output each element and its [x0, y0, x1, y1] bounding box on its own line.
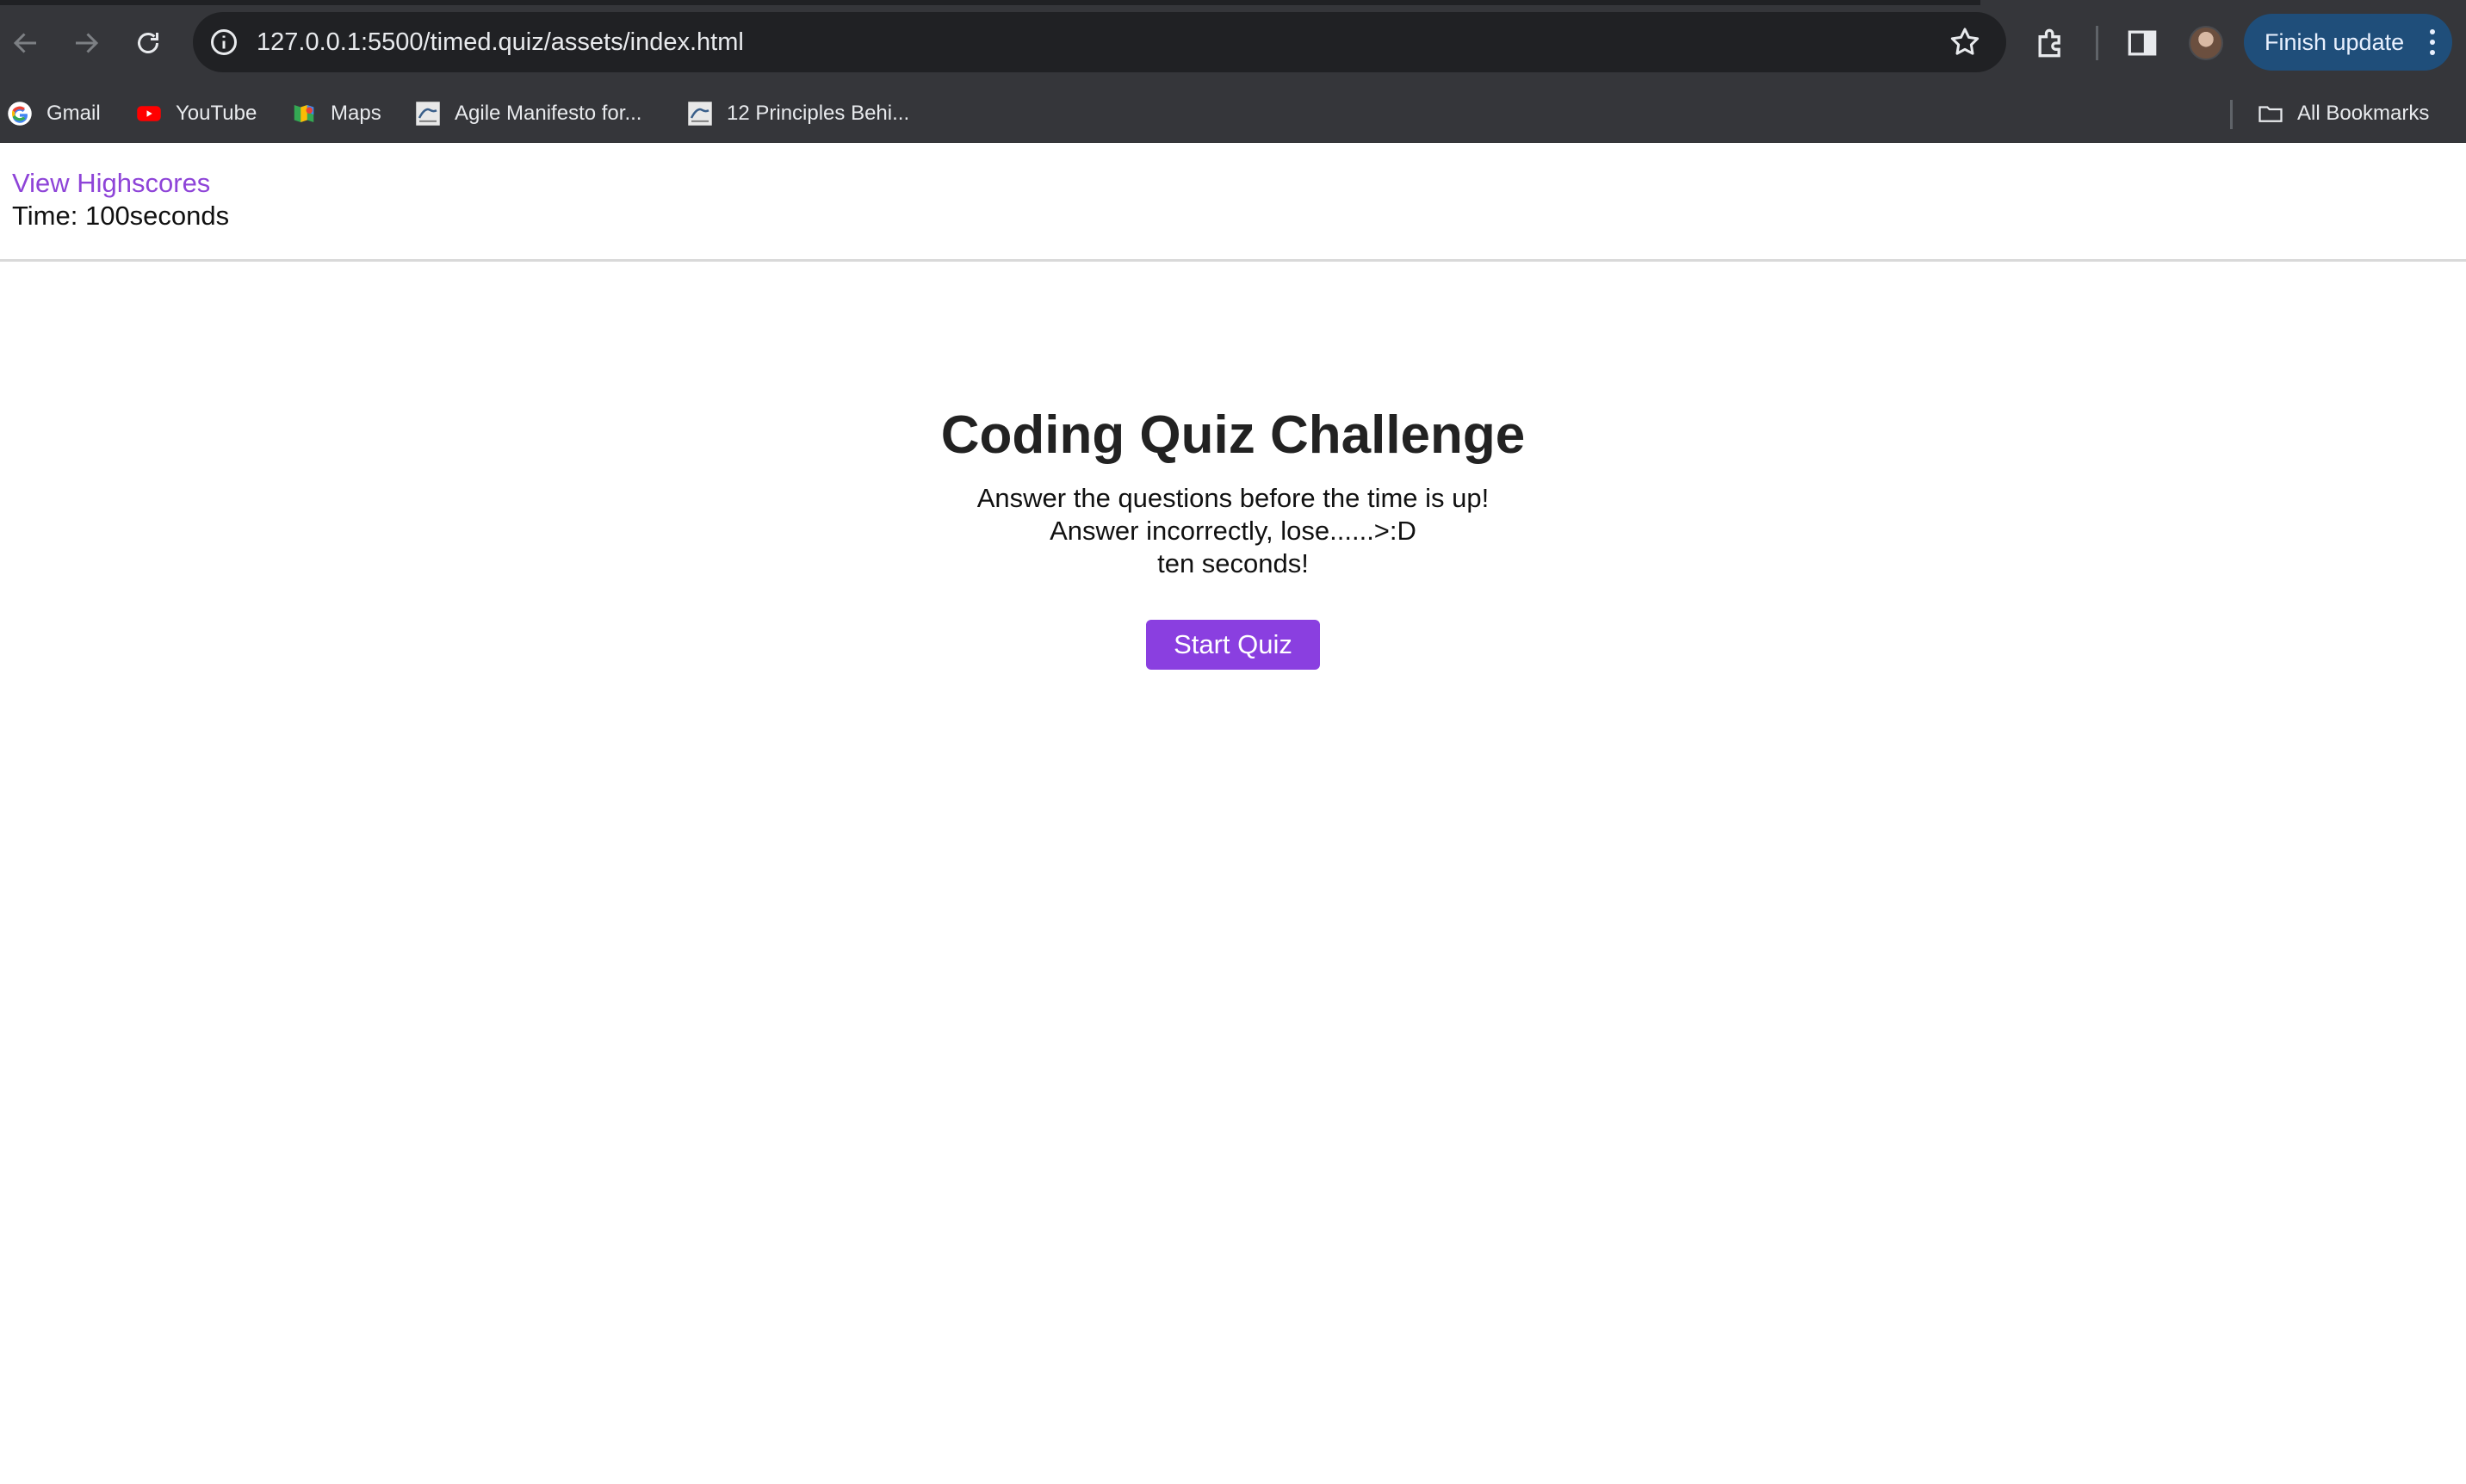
bookmark-label: YouTube	[176, 102, 257, 125]
info-icon[interactable]	[208, 27, 239, 58]
start-quiz-button[interactable]: Start Quiz	[1146, 620, 1320, 670]
bookmark-gmail[interactable]: Gmail	[7, 98, 101, 129]
bookmark-label: Maps	[331, 102, 381, 125]
tab-strip-edge	[0, 0, 1980, 5]
bookmark-label: Gmail	[46, 102, 101, 125]
toolbar-divider	[2096, 26, 2098, 60]
bookmark-label: Agile Manifesto for...	[455, 102, 642, 125]
extensions-icon[interactable]	[2032, 24, 2070, 62]
agile-icon	[416, 102, 440, 126]
instructions-text: Answer the questions before the time is …	[0, 482, 2466, 580]
arrow-right-icon	[76, 33, 99, 53]
youtube-icon	[137, 106, 161, 121]
bookmark-12-principles[interactable]: 12 Principles Behi...	[687, 98, 909, 129]
arrow-left-icon	[13, 33, 36, 53]
bookmarks-divider	[2230, 100, 2233, 129]
google-icon	[8, 102, 32, 126]
quiz-intro: Coding Quiz Challenge Answer the questio…	[0, 401, 2466, 670]
all-bookmarks-button[interactable]: All Bookmarks	[2258, 98, 2429, 129]
bookmarks-bar: Gmail YouTube Maps Agile Manifesto for..…	[0, 86, 2466, 143]
bookmark-label: 12 Principles Behi...	[727, 102, 910, 125]
finish-update-button[interactable]: Finish update	[2244, 14, 2452, 71]
instructions-line: Answer the questions before the time is …	[976, 483, 1490, 513]
view-highscores-link[interactable]: View Highscores	[12, 167, 210, 200]
bookmark-agile-manifesto[interactable]: Agile Manifesto for...	[415, 98, 641, 129]
maps-icon	[294, 105, 314, 122]
reload-icon	[138, 33, 158, 53]
bookmark-youtube[interactable]: YouTube	[136, 98, 257, 129]
more-menu-icon[interactable]	[2428, 28, 2437, 57]
forward-button[interactable]	[67, 24, 105, 62]
side-panel-icon[interactable]	[2123, 24, 2161, 62]
address-bar[interactable]: 127.0.0.1:5500/timed.quiz/assets/index.h…	[193, 12, 2006, 72]
agile-icon	[688, 102, 712, 126]
folder-icon	[2258, 106, 2283, 122]
bookmark-maps[interactable]: Maps	[291, 98, 381, 129]
finish-update-label: Finish update	[2265, 28, 2405, 55]
bookmark-star-icon[interactable]	[1948, 25, 1982, 59]
url-text[interactable]: 127.0.0.1:5500/timed.quiz/assets/index.h…	[257, 26, 744, 59]
back-button[interactable]	[7, 24, 45, 62]
page-header: View Highscores Time: 100seconds	[0, 143, 2466, 262]
instructions-line: Answer incorrectly, lose......>:D	[1050, 516, 1416, 546]
timer-display: Time: 100seconds	[12, 201, 230, 231]
browser-toolbar: 127.0.0.1:5500/timed.quiz/assets/index.h…	[0, 0, 2466, 86]
profile-avatar[interactable]	[2189, 26, 2223, 60]
instructions-line: ten seconds!	[1157, 548, 1309, 578]
web-page: View Highscores Time: 100seconds Coding …	[0, 143, 2466, 1484]
page-title: Coding Quiz Challenge	[940, 405, 1526, 465]
all-bookmarks-label: All Bookmarks	[2297, 102, 2430, 125]
reload-button[interactable]	[129, 24, 167, 62]
